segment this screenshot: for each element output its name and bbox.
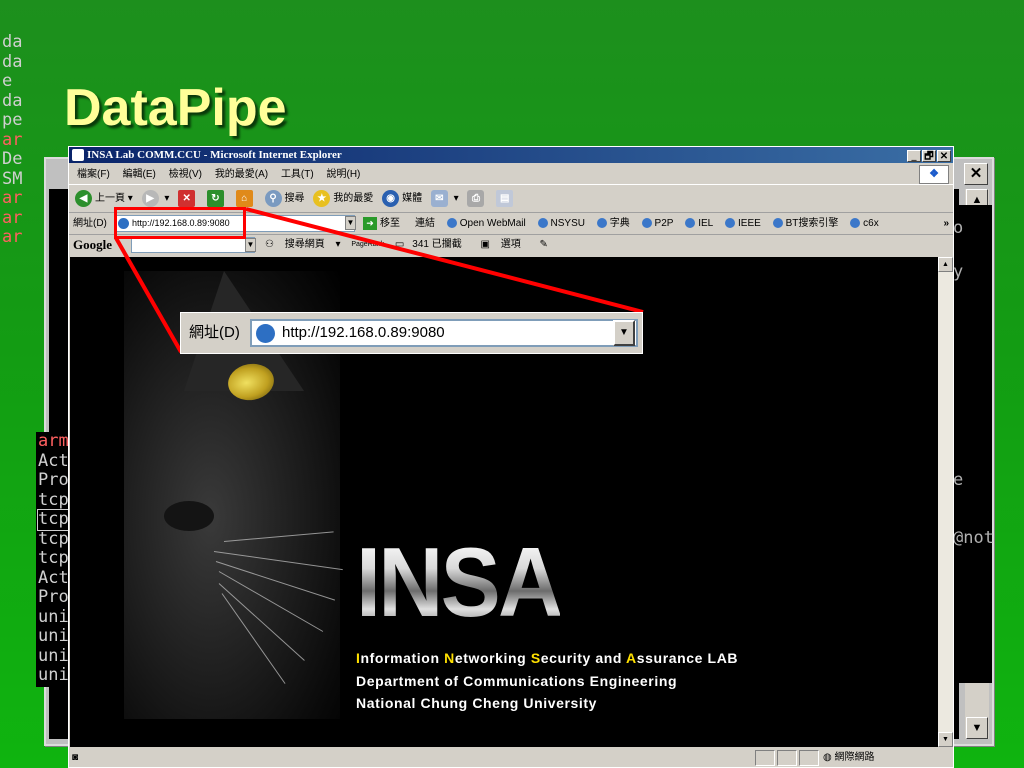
address-zoom-callout: 網址(D) http://192.168.0.89:9080 ▼ — [180, 312, 643, 354]
callout-line — [114, 237, 183, 353]
zoom-dropdown-icon: ▼ — [613, 320, 635, 346]
zoom-address-input: http://192.168.0.89:9080 — [250, 319, 638, 347]
ie-page-icon — [256, 324, 275, 343]
zoom-address-label: 網址(D) — [189, 324, 240, 341]
callout-lines — [114, 207, 644, 353]
callout-line — [245, 207, 644, 314]
zoom-address-value: http://192.168.0.89:9080 — [282, 324, 445, 341]
